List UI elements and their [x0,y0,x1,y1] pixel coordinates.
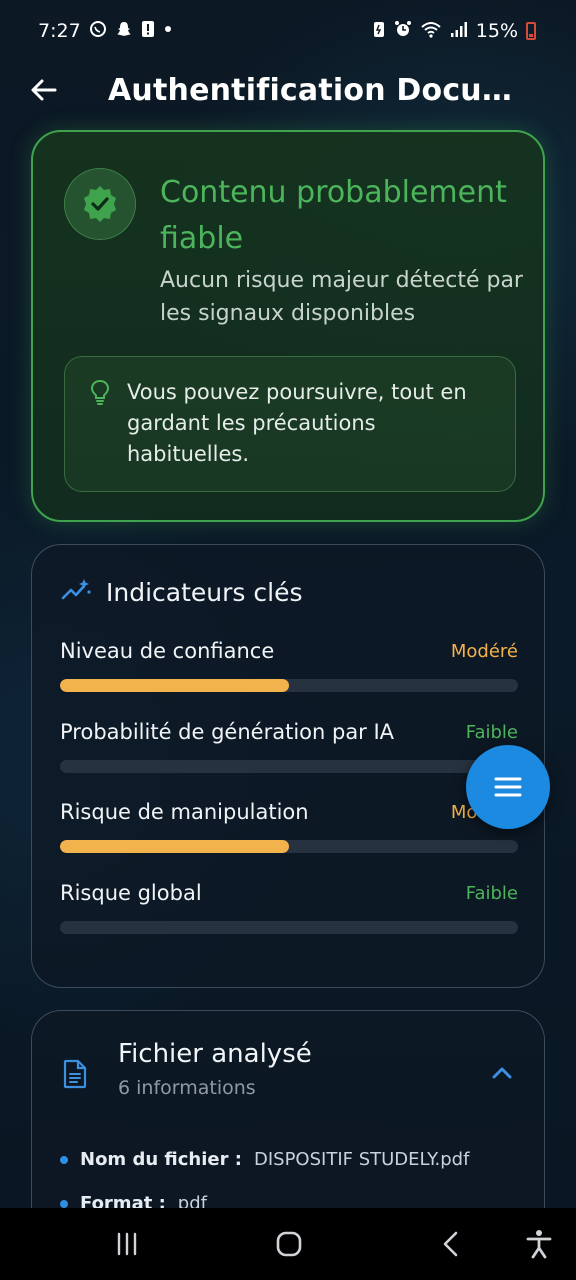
accessibility-button[interactable] [522,1228,556,1260]
home-button[interactable] [272,1228,306,1260]
indicator-fill [60,679,289,692]
indicator-track [60,760,518,773]
indicator-level: Modéré [450,641,518,662]
wifi-icon [420,20,442,42]
bullet-icon [60,1199,68,1208]
advice-text: Vous pouvez poursuivre, tout en gardant … [127,380,467,466]
battery-icon [526,22,536,40]
notification-dot-icon [163,20,173,42]
page-title: Authentification Docum... [108,72,542,108]
bullet-icon [60,1155,68,1164]
battery-saver-icon [372,20,386,42]
file-card-subtitle: 6 informations [118,1077,256,1099]
snapchat-icon [115,20,133,42]
verdict-title: Contenu probablement fiable [160,175,507,256]
indicator-label: Niveau de confiance [60,639,275,663]
indicator-track [60,840,518,853]
menu-icon [494,777,522,797]
indicator-fill [60,840,289,853]
accessibility-icon [526,1230,552,1259]
system-back-button[interactable] [434,1228,468,1260]
indicator-level: Faible [465,722,518,743]
file-card-title: Fichier analysé [118,1039,312,1069]
file-info-value: DISPOSITIF STUDELY.pdf [253,1149,470,1170]
verdict-card: Contenu probablement fiable Aucun risque… [31,130,545,522]
indicator-label: Probabilité de génération par IA [60,720,395,744]
indicators-title: Indicateurs clés [106,577,303,607]
clock: 7:27 [38,20,81,42]
signal-icon [450,20,468,42]
file-info-item: Nom du fichier : DISPOSITIF STUDELY.pdf [60,1149,469,1170]
alarm-icon [394,20,412,42]
indicator-level: Faible [465,883,518,904]
status-right: 15% [372,20,536,42]
menu-fab-button[interactable] [466,745,550,829]
indicator-track [60,679,518,692]
recent-apps-icon [117,1232,137,1256]
advice-box: Vous pouvez poursuivre, tout en gardant … [64,356,516,492]
verified-badge-icon [64,168,136,240]
lightbulb-icon [89,379,111,409]
document-icon [62,1059,88,1093]
indicators-header: Indicateurs clés [60,577,302,607]
verdict-subtitle: Aucun risque majeur détecté par les sign… [160,268,523,326]
indicators-card: Indicateurs clés Niveau de confiance Mod… [31,544,545,988]
collapse-button[interactable] [488,1061,516,1085]
alert-icon [141,20,155,42]
chevron-up-icon [492,1067,512,1079]
back-icon [443,1231,458,1257]
app-bar: Authentification Docum... [0,62,576,118]
battery-percent: 15% [475,20,518,42]
back-button[interactable] [26,72,62,108]
indicator-label: Risque global [60,881,202,905]
whatsapp-icon [89,20,107,42]
status-left: 7:27 [38,20,173,42]
sparkle-trend-icon [60,577,92,607]
system-nav-bar [0,1208,576,1280]
arrow-left-icon [31,79,57,101]
home-icon [276,1231,302,1257]
recent-apps-button[interactable] [110,1228,144,1260]
indicator-label: Risque de manipulation [60,800,309,824]
file-info-key: Nom du fichier : [80,1149,242,1170]
status-bar: 7:27 15% [0,0,576,62]
indicator-track [60,921,518,934]
